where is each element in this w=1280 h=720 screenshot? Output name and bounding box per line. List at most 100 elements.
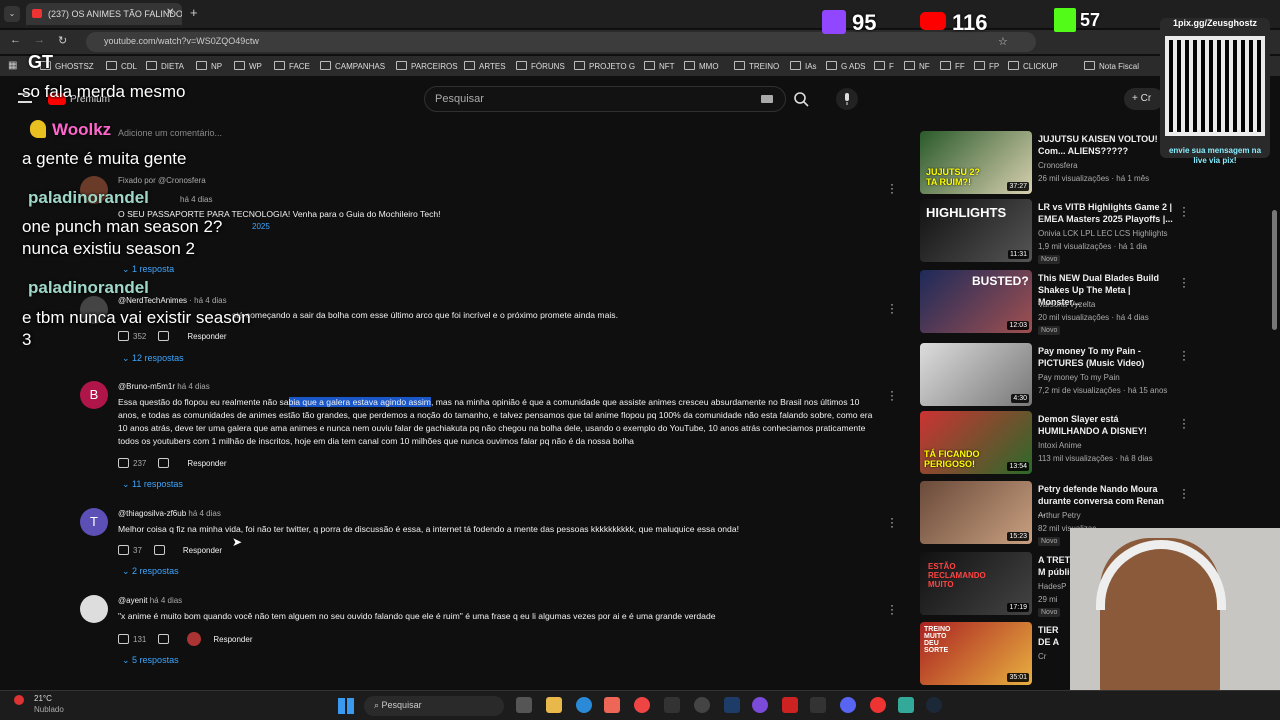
author-name[interactable]: @ayenit	[118, 596, 147, 605]
bookmark-foruns[interactable]: FÓRUNS	[516, 61, 565, 71]
bookmark-projeto-g[interactable]: PROJETO G	[574, 61, 635, 71]
dislike-icon[interactable]	[153, 545, 165, 555]
video-menu-icon[interactable]: · · ·	[1182, 345, 1186, 365]
like-icon[interactable]	[118, 545, 129, 555]
bookmark-star-icon[interactable]: ☆	[998, 35, 1008, 48]
task-view-icon[interactable]	[516, 697, 532, 713]
bookmark-nf[interactable]: NF	[904, 61, 930, 71]
comment-menu-icon[interactable]: · · ·	[890, 599, 894, 619]
video-channel[interactable]: Arthur Petry	[1038, 511, 1081, 520]
bookmark-artes[interactable]: ARTES	[464, 61, 506, 71]
video-menu-icon[interactable]: · · ·	[1182, 201, 1186, 221]
bookmark-cdl[interactable]: CDL	[106, 61, 137, 71]
tab-active[interactable]: (237) OS ANIMES TÃO FALINDO	[26, 3, 182, 25]
bookmark-face[interactable]: FACE	[274, 61, 310, 71]
related-video[interactable]: 4:30 Pay money To my Pain - PICTURES (Mu…	[920, 343, 1186, 407]
edge-icon[interactable]	[576, 697, 592, 713]
bookmark-campanhas[interactable]: CAMPANHAS	[320, 61, 385, 71]
bookmark-ff[interactable]: FF	[940, 61, 965, 71]
comment-author[interactable]: @thiagosilva-zf6ub há 4 dias	[118, 509, 221, 518]
apps-icon[interactable]: ▦	[8, 60, 17, 71]
new-tab-icon[interactable]: +	[190, 5, 198, 20]
replies-toggle[interactable]: ⌄ 12 respostas	[122, 353, 184, 364]
comment-menu-icon[interactable]: · · ·	[890, 178, 894, 198]
bookmark-nft[interactable]: NFT	[644, 61, 675, 71]
replies-toggle[interactable]: ⌄ 11 respostas	[122, 479, 183, 490]
app-icon[interactable]	[604, 697, 620, 713]
comment-menu-icon[interactable]: · · ·	[890, 512, 894, 532]
video-menu-icon[interactable]: · · ·	[1182, 272, 1186, 292]
back-icon[interactable]: ←	[10, 34, 21, 46]
bookmark-ias[interactable]: IAs	[790, 61, 817, 71]
video-title[interactable]: Demon Slayer está HUMILHANDO A DISNEY!	[1038, 413, 1174, 437]
taskbar-search[interactable]: ⌕ Pesquisar	[364, 696, 504, 716]
author-name[interactable]: @Bruno-m5m1r	[118, 382, 175, 391]
video-menu-icon[interactable]: · · ·	[1182, 413, 1186, 433]
video-channel[interactable]: Varsona Vyzelta	[1038, 300, 1095, 309]
video-title[interactable]: TIER DE A	[1038, 624, 1068, 648]
comment-author[interactable]: @ayenit há 4 dias	[118, 596, 182, 605]
close-tab-icon[interactable]: ✕	[166, 7, 174, 18]
bookmark-dieta[interactable]: DIETA	[146, 61, 184, 71]
video-thumbnail[interactable]: TREINO MUITO DEU SORTE 35:01	[920, 622, 1032, 685]
replies-toggle[interactable]: ⌄ 5 respostas	[122, 655, 179, 666]
video-thumbnail[interactable]: JUJUTSU 2? TA RUIM?! 37:27	[920, 131, 1032, 194]
related-video[interactable]: HIGHLIGHTS 11:31 LR vs VITB Highlights Ga…	[920, 199, 1186, 264]
add-comment-input[interactable]: Adicione um comentário...	[118, 128, 222, 138]
bookmark-mmo[interactable]: MMO	[684, 61, 719, 71]
video-thumbnail[interactable]: ESTÃO RECLAMANDO MUITO 17:19	[920, 552, 1032, 615]
video-menu-icon[interactable]: · · ·	[1182, 483, 1186, 503]
bookmark-parceiros[interactable]: PARCEIROS	[396, 61, 458, 71]
video-thumbnail[interactable]: HIGHLIGHTS 11:31	[920, 199, 1032, 262]
chrome-icon[interactable]	[634, 697, 650, 713]
reply-button[interactable]: Responder	[213, 635, 252, 644]
video-thumbnail[interactable]: 15:23	[920, 481, 1032, 544]
tab-menu-button[interactable]: ⌄	[4, 6, 20, 22]
create-button[interactable]: + Cr	[1124, 88, 1164, 110]
related-video[interactable]: JUJUTSU 2? TA RUIM?! 37:27 JUJUTSU KAISEN…	[920, 131, 1180, 195]
like-icon[interactable]	[118, 634, 129, 644]
reply-button[interactable]: Responder	[183, 546, 222, 555]
steam-icon[interactable]	[926, 697, 942, 713]
video-title[interactable]: Pay money To my Pain - PICTURES (Music V…	[1038, 345, 1174, 369]
reload-icon[interactable]: ↻	[58, 34, 67, 47]
video-title[interactable]: JUJUTSU KAISEN VOLTOU! Com... ALIENS????…	[1038, 133, 1174, 157]
scrollbar[interactable]	[1272, 210, 1277, 330]
video-channel[interactable]: Pay money To my Pain	[1038, 373, 1120, 382]
video-thumbnail[interactable]: 4:30	[920, 343, 1032, 406]
avatar[interactable]	[80, 595, 108, 623]
video-title[interactable]: LR vs VITB Highlights Game 2 | EMEA Mast…	[1038, 201, 1174, 225]
related-video[interactable]: BUSTED? 12:03 This NEW Dual Blades Build …	[920, 270, 1186, 335]
like-icon[interactable]	[118, 458, 129, 468]
search-input[interactable]: Pesquisar	[424, 86, 786, 112]
bookmark-f[interactable]: F	[874, 61, 894, 71]
filezilla-icon[interactable]	[782, 697, 798, 713]
replies-toggle[interactable]: ⌄ 1 resposta	[122, 264, 174, 275]
related-video[interactable]: TÁ FICANDO PERIGOSO! 13:54 Demon Slayer e…	[920, 411, 1186, 475]
forward-icon[interactable]: →	[34, 34, 45, 46]
bookmark-wp[interactable]: WP	[234, 61, 262, 71]
replies-toggle[interactable]: ⌄ 2 respostas	[122, 566, 179, 577]
author-name[interactable]: @thiagosilva-zf6ub	[118, 509, 186, 518]
search-button[interactable]	[786, 86, 818, 112]
app-icon[interactable]	[664, 697, 680, 713]
app-icon[interactable]	[810, 697, 826, 713]
dislike-icon[interactable]	[158, 634, 170, 644]
video-channel[interactable]: Onivia LCK LPL LEC LCS Highlights	[1038, 229, 1168, 238]
video-thumbnail[interactable]: BUSTED? 12:03	[920, 270, 1032, 333]
bookmark-gads[interactable]: G ADS	[826, 61, 865, 71]
comment-author[interactable]: @Bruno-m5m1r há 4 dias	[118, 382, 210, 391]
dislike-icon[interactable]	[158, 458, 170, 468]
comment-menu-icon[interactable]: · · ·	[890, 385, 894, 405]
file-explorer-icon[interactable]	[546, 697, 562, 713]
keyboard-icon[interactable]	[761, 95, 773, 103]
url-field[interactable]: youtube.com/watch?v=WS0ZQO49ctw	[86, 32, 1036, 52]
comment-menu-icon[interactable]: · · ·	[890, 298, 894, 318]
avatar[interactable]: T	[80, 508, 108, 536]
video-channel[interactable]: Cronosfera	[1038, 161, 1078, 170]
bookmark-treino[interactable]: TREINO	[734, 61, 779, 71]
start-icon[interactable]	[338, 698, 354, 714]
bookmark-clickup[interactable]: CLICKUP	[1008, 61, 1058, 71]
bookmark-fp[interactable]: FP	[974, 61, 999, 71]
obs-icon[interactable]	[694, 697, 710, 713]
